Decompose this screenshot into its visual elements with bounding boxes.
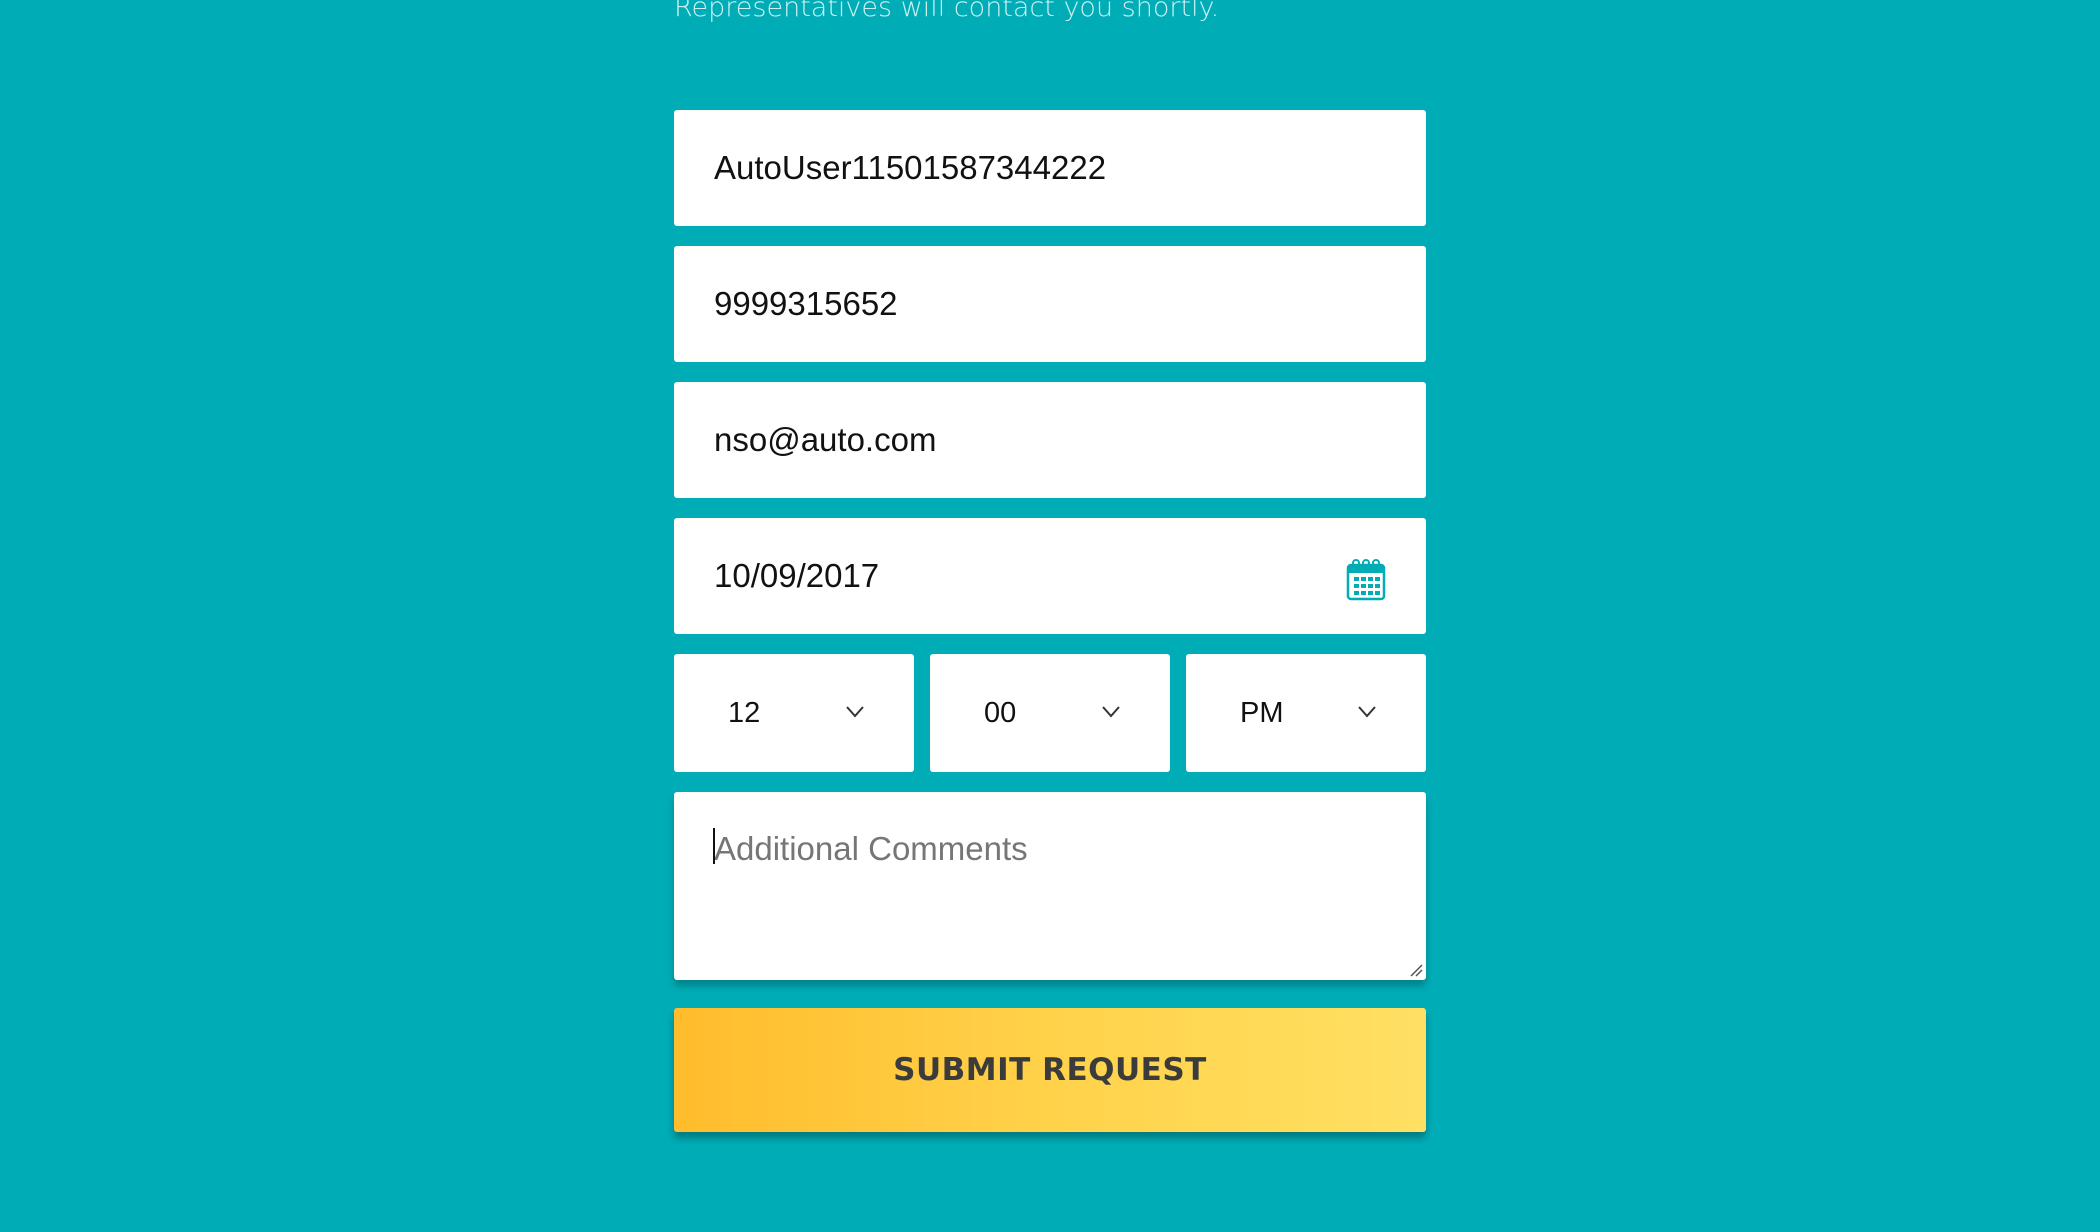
comments-textarea[interactable] <box>674 792 1426 980</box>
ampm-select-value: PM <box>1240 696 1284 729</box>
resize-grip-icon[interactable] <box>1409 963 1423 977</box>
email-field[interactable] <box>674 382 1426 498</box>
phone-field[interactable] <box>674 246 1426 362</box>
hour-select-value: 12 <box>728 696 761 729</box>
hour-select[interactable]: 12 <box>674 654 914 772</box>
comments-field[interactable] <box>674 792 1426 980</box>
minute-select[interactable]: 00 <box>930 654 1170 772</box>
text-caret <box>713 828 715 864</box>
chevron-down-icon <box>846 706 864 718</box>
date-input[interactable] <box>714 557 1314 595</box>
name-input[interactable] <box>714 149 1314 187</box>
submit-request-button[interactable]: SUBMIT REQUEST <box>674 1008 1426 1132</box>
calendar-icon[interactable] <box>1346 558 1386 602</box>
ampm-select[interactable]: PM <box>1186 654 1426 772</box>
time-selectors: 12 00 PM <box>674 654 1426 772</box>
email-input[interactable] <box>714 421 1314 459</box>
chevron-down-icon <box>1358 706 1376 718</box>
phone-input[interactable] <box>714 285 1314 323</box>
name-field[interactable] <box>674 110 1426 226</box>
minute-select-value: 00 <box>984 696 1017 729</box>
contact-form: 12 00 PM SUBMIT REQUEST <box>674 110 1426 1132</box>
form-subtitle: Representatives will contact you shortly… <box>674 0 1220 23</box>
date-field[interactable] <box>674 518 1426 634</box>
chevron-down-icon <box>1102 706 1120 718</box>
